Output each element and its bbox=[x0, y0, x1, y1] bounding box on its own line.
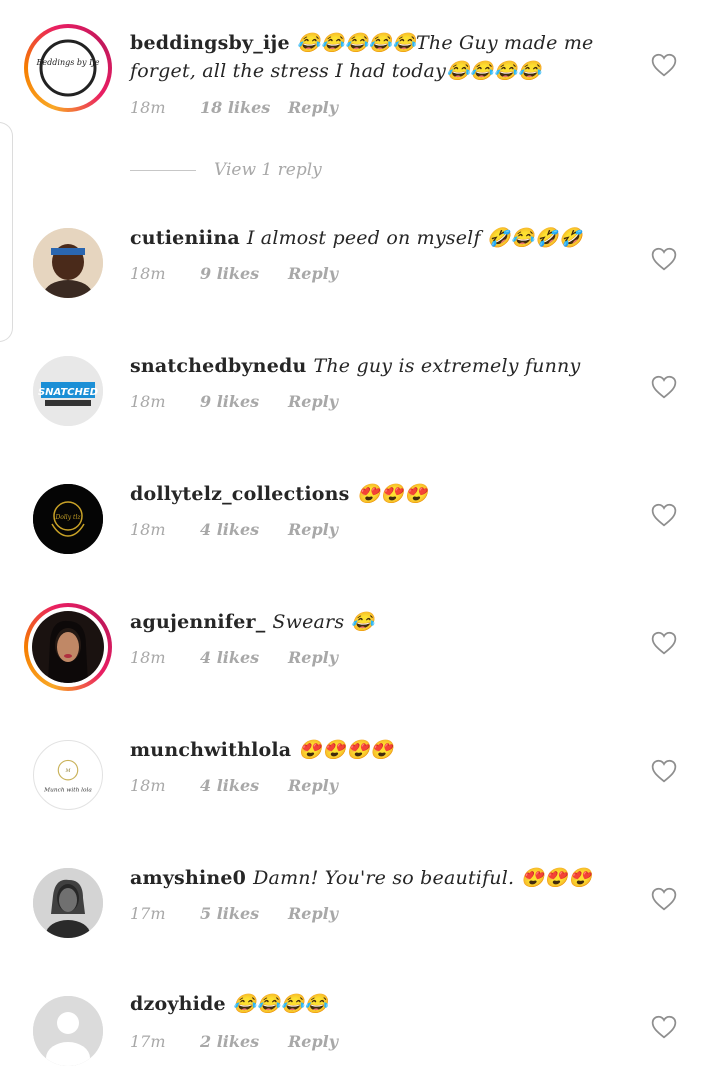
likes-count[interactable]: 9 likes bbox=[200, 392, 288, 411]
heart-outline-icon[interactable] bbox=[651, 53, 677, 77]
heart-outline-icon[interactable] bbox=[651, 247, 677, 271]
svg-text:M: M bbox=[65, 768, 72, 774]
timestamp: 17m bbox=[130, 904, 166, 923]
avatar-logo-text: Munch with lola bbox=[43, 788, 92, 794]
timestamp: 18m bbox=[130, 520, 166, 539]
comment-body: munchwithlola 😍😍😍😍 bbox=[130, 736, 610, 764]
likes-count[interactable]: 4 likes bbox=[200, 776, 288, 795]
comment-body: amyshine0 Damn! You're so beautiful. 😍😍😍 bbox=[130, 864, 610, 892]
likes-count[interactable]: 4 likes bbox=[200, 648, 288, 667]
view-replies-label[interactable]: View 1 reply bbox=[214, 160, 322, 180]
avatar[interactable]: Dolly tlz bbox=[33, 484, 103, 554]
heart-outline-icon[interactable] bbox=[651, 631, 677, 655]
heart-outline-icon[interactable] bbox=[651, 887, 677, 911]
likes-count[interactable]: 18 likes bbox=[200, 98, 288, 117]
comment-text: 😍😍😍 bbox=[356, 483, 429, 505]
username[interactable]: snatchedbynedu bbox=[130, 355, 306, 377]
comment-body: beddingsby_ije 😂😂😂😂😂The Guy made me forge… bbox=[130, 29, 610, 85]
avatar-logo-text: SNATCHED bbox=[38, 387, 98, 398]
reply-button[interactable]: Reply bbox=[288, 392, 338, 411]
username[interactable]: dollytelz_collections bbox=[130, 483, 350, 505]
likes-count[interactable]: 5 likes bbox=[200, 904, 288, 923]
avatar[interactable] bbox=[33, 996, 103, 1066]
reply-button[interactable]: Reply bbox=[288, 904, 338, 923]
reply-button[interactable]: Reply bbox=[288, 1032, 338, 1051]
avatar[interactable] bbox=[33, 228, 103, 298]
username[interactable]: dzoyhide bbox=[130, 993, 226, 1015]
username[interactable]: munchwithlola bbox=[130, 739, 291, 761]
comment-meta: 18m 9 likes Reply bbox=[130, 392, 338, 411]
timestamp: 17m bbox=[130, 1032, 166, 1051]
comment-meta: 18m 4 likes Reply bbox=[130, 520, 338, 539]
comment-meta: 18m 4 likes Reply bbox=[130, 776, 338, 795]
heart-outline-icon[interactable] bbox=[651, 503, 677, 527]
reply-button[interactable]: Reply bbox=[288, 98, 338, 117]
reply-button[interactable]: Reply bbox=[288, 520, 338, 539]
heart-outline-icon[interactable] bbox=[651, 759, 677, 783]
heart-outline-icon[interactable] bbox=[651, 375, 677, 399]
comment-body: snatchedbynedu The guy is extremely funny bbox=[130, 352, 610, 380]
username[interactable]: beddingsby_ije bbox=[130, 32, 290, 54]
comment-text: Swears 😂 bbox=[272, 611, 375, 633]
reply-button[interactable]: Reply bbox=[288, 648, 338, 667]
avatar[interactable]: Beddings by Ije bbox=[24, 24, 112, 112]
comment-meta: 17m 5 likes Reply bbox=[130, 904, 338, 923]
side-panel-edge bbox=[0, 122, 13, 342]
timestamp: 18m bbox=[130, 392, 166, 411]
view-replies-button[interactable]: View 1 reply bbox=[130, 160, 322, 180]
comment-text: 😂😂😂😂 bbox=[232, 993, 329, 1015]
username[interactable]: cutieniina bbox=[130, 227, 240, 249]
avatar-logo-text: Dolly tlz bbox=[54, 514, 81, 521]
timestamp: 18m bbox=[130, 648, 166, 667]
comment-text: Damn! You're so beautiful. 😍😍😍 bbox=[253, 867, 593, 889]
comment-text: 😍😍😍😍 bbox=[298, 739, 394, 761]
timestamp: 18m bbox=[130, 776, 166, 795]
reply-button[interactable]: Reply bbox=[288, 264, 338, 283]
comment-body: dollytelz_collections 😍😍😍 bbox=[130, 480, 610, 508]
comment-body: agujennifer_ Swears 😂 bbox=[130, 608, 610, 636]
username[interactable]: amyshine0 bbox=[130, 867, 246, 889]
heart-outline-icon[interactable] bbox=[651, 1015, 677, 1039]
comment-text: I almost peed on myself 🤣😂🤣🤣 bbox=[246, 227, 583, 249]
avatar[interactable] bbox=[24, 603, 112, 691]
avatar[interactable]: SNATCHED bbox=[33, 356, 103, 426]
timestamp: 18m bbox=[130, 264, 166, 283]
timestamp: 18m bbox=[130, 98, 166, 117]
likes-count[interactable]: 2 likes bbox=[200, 1032, 288, 1051]
avatar-logo-text: Beddings by Ije bbox=[36, 58, 100, 67]
username[interactable]: agujennifer_ bbox=[130, 611, 265, 633]
avatar[interactable] bbox=[33, 868, 103, 938]
comment-meta: 18m 9 likes Reply bbox=[130, 264, 338, 283]
default-avatar-icon bbox=[33, 996, 103, 1066]
comment-body: dzoyhide 😂😂😂😂 bbox=[130, 990, 610, 1018]
comment-body: cutieniina I almost peed on myself 🤣😂🤣🤣 bbox=[130, 224, 610, 252]
likes-count[interactable]: 4 likes bbox=[200, 520, 288, 539]
avatar[interactable]: M Munch with lola bbox=[33, 740, 103, 810]
comment-meta: 18m 4 likes Reply bbox=[130, 648, 338, 667]
comment-text: The guy is extremely funny bbox=[313, 355, 581, 377]
reply-button[interactable]: Reply bbox=[288, 776, 338, 795]
likes-count[interactable]: 9 likes bbox=[200, 264, 288, 283]
comment-meta: 17m 2 likes Reply bbox=[130, 1032, 338, 1051]
comment-meta: 18m 18 likes Reply bbox=[130, 98, 338, 117]
